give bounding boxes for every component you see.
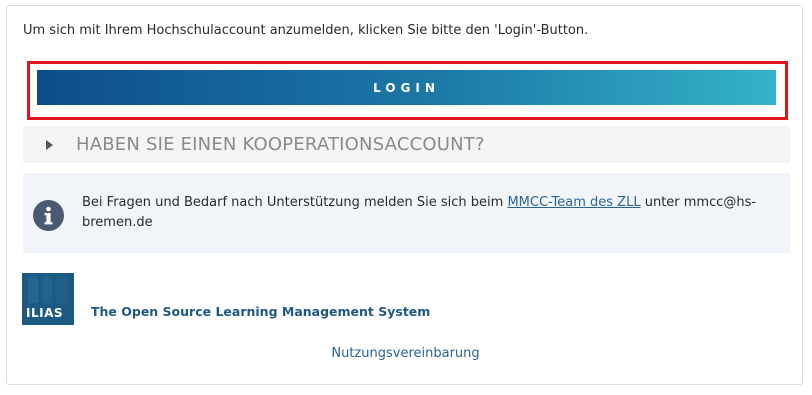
info-text-before: Bei Fragen und Bedarf nach Unterstützung… [82,195,508,210]
ilias-tagline: The Open Source Learning Management Syst… [91,304,431,319]
ilias-logo-text: ILIAS [26,306,64,320]
info-icon [33,200,64,231]
cooperation-account-title: HABEN SIE EINEN KOOPERATIONSACCOUNT? [76,134,485,155]
triangle-right-icon [46,139,53,150]
info-message: Bei Fragen und Bedarf nach Unterstützung… [23,173,790,253]
nutzungsvereinbarung-link[interactable]: Nutzungsvereinbarung [7,346,804,361]
login-button[interactable]: LOGIN [37,70,776,105]
info-message-text: Bei Fragen und Bedarf nach Unterstützung… [82,193,772,233]
cooperation-account-toggle[interactable]: HABEN SIE EINEN KOOPERATIONSACCOUNT? [23,126,790,163]
login-intro-text: Um sich mit Ihrem Hochschulaccount anzum… [23,23,589,38]
login-panel: Um sich mit Ihrem Hochschulaccount anzum… [6,5,803,385]
mmcc-team-link[interactable]: MMCC-Team des ZLL [507,195,640,210]
ilias-logo: ILIAS [22,273,74,325]
